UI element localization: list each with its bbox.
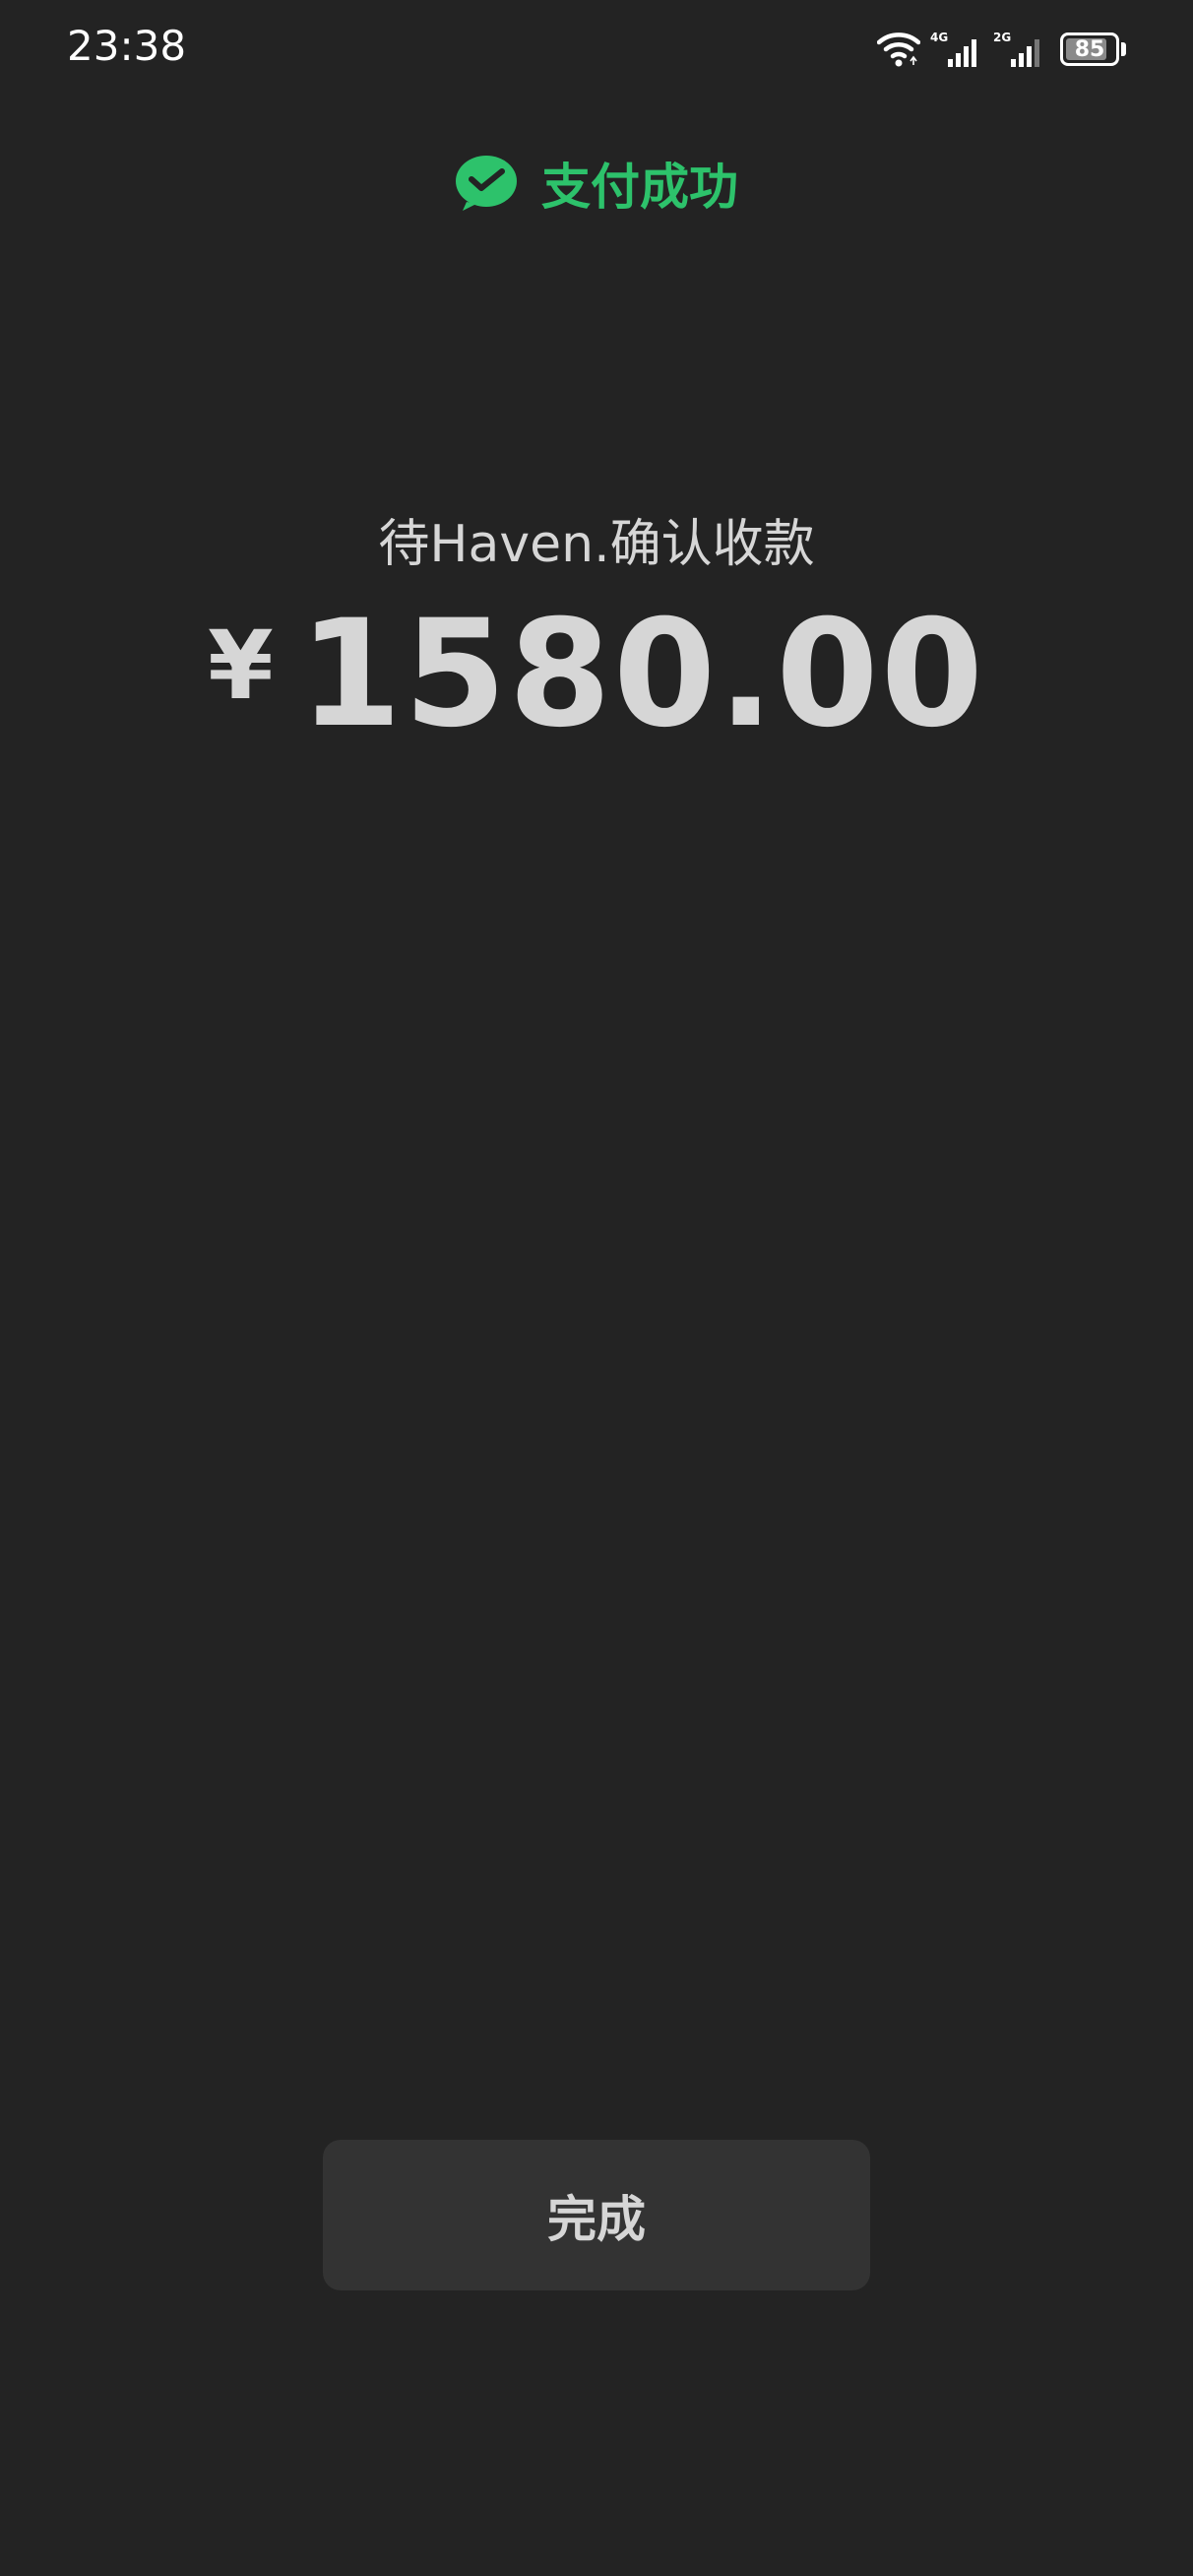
page-title: 支付成功 (541, 159, 738, 216)
battery-tip (1121, 42, 1126, 56)
status-time: 23:38 (67, 22, 187, 70)
battery-level-text: 85 (1074, 36, 1105, 62)
wechat-pay-check-icon (456, 156, 517, 211)
payment-success-screen: 23:38 4G 2G 85 支付成功 待Haven.确认收款 ¥ 1580.0… (0, 0, 1193, 2576)
status-bar: 23:38 4G 2G 85 (0, 0, 1193, 98)
currency-symbol: ¥ (208, 611, 274, 721)
done-button-label: 完成 (547, 2190, 646, 2248)
recipient-status-text: 待Haven.确认收款 (378, 515, 815, 574)
wifi-icon (877, 32, 920, 67)
amount-row: ¥ 1580.00 (0, 591, 1193, 758)
done-button[interactable]: 完成 (323, 2140, 870, 2290)
network-label-2g: 2G (993, 31, 1011, 44)
status-icons: 4G 2G 85 (877, 28, 1126, 71)
network-label-4g: 4G (930, 31, 948, 44)
header: 支付成功 (0, 148, 1193, 219)
payment-amount: 1580.00 (298, 589, 985, 760)
signal-4g-icon: 4G (930, 31, 976, 67)
battery-icon: 85 (1060, 32, 1119, 66)
signal-2g-icon: 2G (993, 31, 1039, 67)
